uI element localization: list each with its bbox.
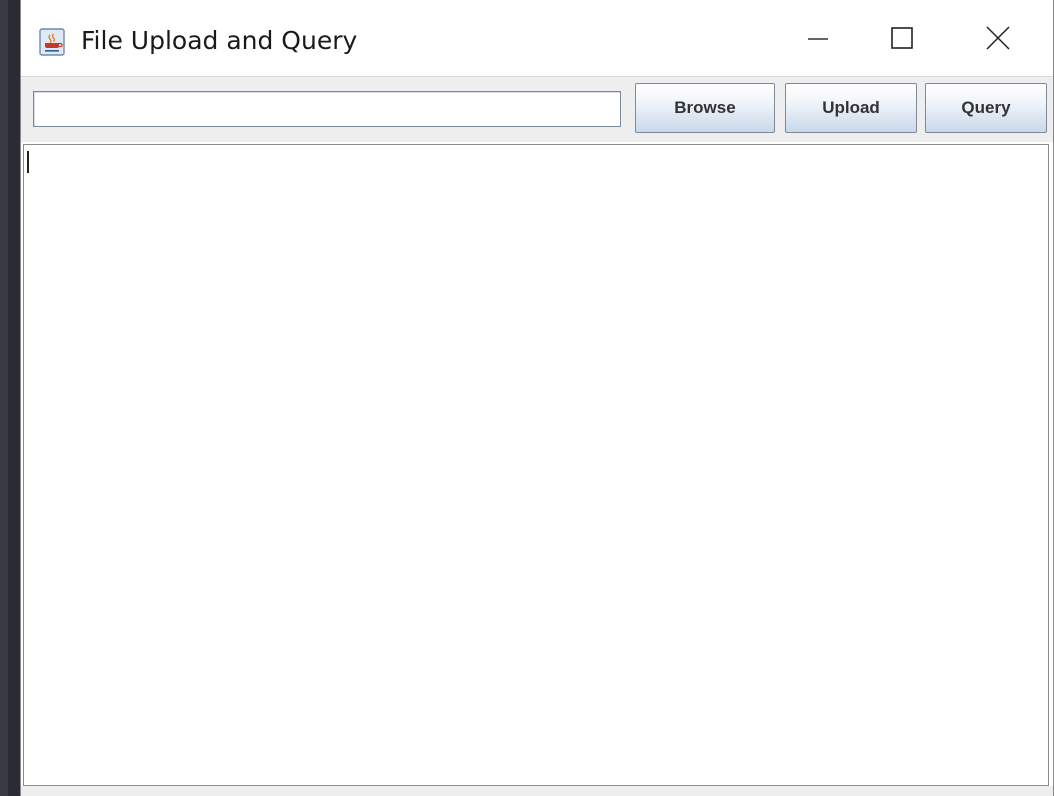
window-title: File Upload and Query (81, 26, 358, 55)
close-button[interactable] (963, 12, 1033, 68)
toolbar: Browse Upload Query (21, 76, 1053, 142)
maximize-icon (890, 26, 914, 54)
browse-button[interactable]: Browse (635, 83, 775, 133)
desktop-edge (0, 0, 8, 796)
maximize-button[interactable] (867, 12, 937, 68)
app-window: File Upload and Query Browse Upload Quer… (20, 0, 1054, 796)
minimize-icon (806, 26, 830, 54)
minimize-button[interactable] (783, 12, 853, 68)
query-button[interactable]: Query (925, 83, 1047, 133)
java-coffee-cup-icon (39, 28, 65, 56)
desktop-background (0, 0, 22, 796)
text-caret (27, 151, 29, 173)
output-text-area[interactable] (24, 145, 1048, 785)
file-path-input[interactable] (33, 91, 621, 127)
window-bottom-border (21, 786, 1053, 796)
upload-button[interactable]: Upload (785, 83, 917, 133)
title-bar[interactable]: File Upload and Query (21, 0, 1053, 76)
output-area[interactable] (23, 144, 1049, 786)
close-icon (985, 25, 1011, 55)
